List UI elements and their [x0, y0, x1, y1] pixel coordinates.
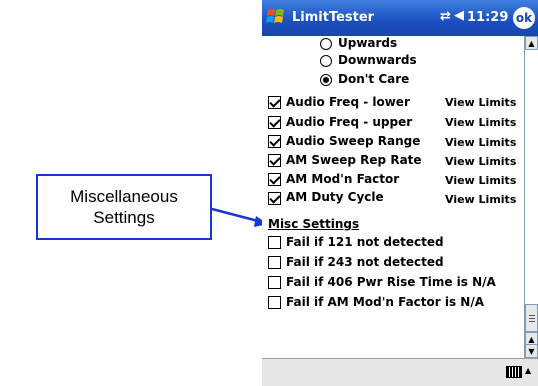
- view-limits-link[interactable]: View Limits: [445, 155, 516, 168]
- device-screen: LimitTester ⇄ ◀ 11:29 ok Upwards Downwar…: [262, 0, 538, 386]
- windows-start-icon[interactable]: [266, 7, 286, 27]
- bottom-menu-bar: ▲: [262, 358, 538, 386]
- radio-label: Upwards: [338, 36, 398, 50]
- limit-label: Audio Freq - upper: [286, 115, 413, 129]
- limit-checkbox[interactable]: [268, 192, 281, 205]
- ok-button[interactable]: ok: [513, 7, 535, 29]
- radio-downwards[interactable]: [320, 55, 332, 67]
- connectivity-icon[interactable]: ⇄: [440, 9, 451, 24]
- app-title: LimitTester: [292, 10, 375, 25]
- misc-checkbox[interactable]: [268, 256, 281, 269]
- misc-checkbox[interactable]: [268, 236, 281, 249]
- misc-checkbox[interactable]: [268, 296, 281, 309]
- misc-checkbox[interactable]: [268, 276, 281, 289]
- view-limits-link[interactable]: View Limits: [445, 174, 516, 187]
- scroll-up-icon[interactable]: ▲: [525, 36, 538, 50]
- limit-checkbox[interactable]: [268, 173, 281, 186]
- limit-label: AM Sweep Rep Rate: [286, 153, 422, 167]
- callout-line1: Miscellaneous: [70, 187, 178, 206]
- view-limits-link[interactable]: View Limits: [445, 193, 516, 206]
- misc-label: Fail if 243 not detected: [286, 255, 444, 269]
- misc-label: Fail if 406 Pwr Rise Time is N/A: [286, 275, 496, 289]
- limit-checkbox[interactable]: [268, 116, 281, 129]
- callout-line2: Settings: [93, 208, 155, 227]
- misc-settings-heading: Misc Settings: [268, 217, 360, 231]
- vertical-scrollbar[interactable]: ▲ ▲ ▼: [524, 36, 538, 358]
- limit-label: AM Duty Cycle: [286, 190, 384, 204]
- view-limits-link[interactable]: View Limits: [445, 136, 516, 149]
- keyboard-icon[interactable]: [506, 366, 522, 378]
- limit-checkbox[interactable]: [268, 96, 281, 109]
- limit-label: Audio Freq - lower: [286, 95, 410, 109]
- radio-upwards[interactable]: [320, 38, 332, 50]
- view-limits-link[interactable]: View Limits: [445, 96, 516, 109]
- view-limits-link[interactable]: View Limits: [445, 116, 516, 129]
- radio-label: Don't Care: [338, 72, 410, 86]
- speaker-icon[interactable]: ◀: [454, 8, 464, 23]
- scroll-thumb[interactable]: [525, 304, 538, 332]
- radio-dont-care[interactable]: [320, 74, 332, 86]
- misc-label: Fail if AM Mod'n Factor is N/A: [286, 295, 485, 309]
- title-bar: LimitTester ⇄ ◀ 11:29 ok: [262, 0, 538, 36]
- content-area: Upwards Downwards Don't Care Audio Freq …: [262, 36, 524, 358]
- limit-label: Audio Sweep Range: [286, 134, 421, 148]
- limit-checkbox[interactable]: [268, 135, 281, 148]
- misc-label: Fail if 121 not detected: [286, 235, 444, 249]
- input-menu-arrow-icon[interactable]: ▲: [525, 366, 531, 375]
- limit-label: AM Mod'n Factor: [286, 172, 400, 186]
- radio-label: Downwards: [338, 53, 417, 67]
- limit-checkbox[interactable]: [268, 154, 281, 167]
- clock-time[interactable]: 11:29: [467, 10, 508, 25]
- callout-box: Miscellaneous Settings: [36, 174, 212, 240]
- scroll-down-icon[interactable]: ▼: [525, 344, 538, 358]
